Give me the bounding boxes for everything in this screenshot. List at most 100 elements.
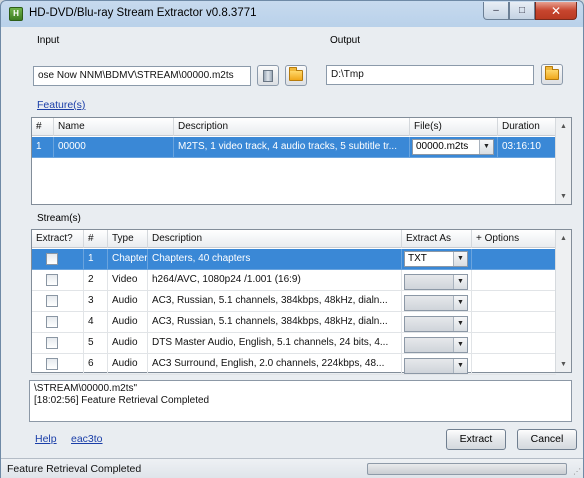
extract-checkbox[interactable]	[46, 253, 58, 265]
col-header-extract-as[interactable]: Extract As	[402, 230, 472, 248]
scroll-up-icon[interactable]: ▲	[556, 230, 571, 246]
features-header: # Name Description File(s) Duration	[32, 118, 556, 136]
stream-row[interactable]: 4 Audio AC3, Russian, 5.1 channels, 384kbp…	[32, 312, 556, 333]
extract-as-select[interactable]: ▼	[404, 358, 468, 374]
extract-cell	[32, 333, 84, 354]
stream-description: AC3 Surround, English, 2.0 channels, 224…	[148, 354, 402, 375]
extract-as-select[interactable]: ▼	[404, 295, 468, 311]
extract-button[interactable]: Extract	[446, 429, 506, 450]
scroll-down-icon[interactable]: ▼	[556, 356, 571, 372]
folder-icon	[289, 67, 303, 81]
col-header-type[interactable]: Type	[108, 230, 148, 248]
help-link[interactable]: Help	[35, 433, 57, 445]
output-path-field[interactable]: D:\Tmp	[326, 65, 534, 85]
features-scrollbar[interactable]: ▲ ▼	[555, 118, 571, 204]
log-line: [18:02:56] Feature Retrieval Completed	[34, 395, 210, 406]
extract-as-select[interactable]: TXT ▼	[404, 251, 468, 267]
extract-checkbox[interactable]	[46, 316, 58, 328]
col-header-options[interactable]: + Options	[472, 230, 556, 248]
streams-label: Stream(s)	[37, 213, 81, 224]
extract-as-select[interactable]: ▼	[404, 316, 468, 332]
stream-description: h264/AVC, 1080p24 /1.001 (16:9)	[148, 270, 402, 291]
scroll-down-icon[interactable]: ▼	[556, 188, 571, 204]
feature-file-select[interactable]: 00000.m2ts ▼	[412, 139, 494, 155]
close-button[interactable]: ✕	[535, 2, 577, 20]
col-header-files[interactable]: File(s)	[410, 118, 498, 136]
drive-icon	[263, 69, 273, 82]
col-header-num[interactable]: #	[32, 118, 54, 136]
stream-type: Audio	[108, 291, 148, 312]
dropdown-arrow-icon: ▼	[453, 359, 467, 373]
extract-as-cell: ▼	[402, 312, 472, 333]
col-header-description[interactable]: Description	[174, 118, 410, 136]
dropdown-arrow-icon: ▼	[453, 252, 467, 266]
title-bar[interactable]: H HD-DVD/Blu-ray Stream Extractor v0.8.3…	[1, 1, 583, 27]
options-cell[interactable]	[472, 291, 556, 312]
stream-row[interactable]: 5 Audio DTS Master Audio, English, 5.1 cha…	[32, 333, 556, 354]
streams-scrollbar[interactable]: ▲ ▼	[555, 230, 571, 372]
extract-cell	[32, 270, 84, 291]
extract-cell	[32, 354, 84, 375]
cancel-button[interactable]: Cancel	[517, 429, 577, 450]
stream-row[interactable]: 6 Audio AC3 Surround, English, 2.0 channel…	[32, 354, 556, 375]
col-header-stream-num[interactable]: #	[84, 230, 108, 248]
stream-num: 4	[84, 312, 108, 333]
extract-checkbox[interactable]	[46, 295, 58, 307]
stream-num: 1	[84, 249, 108, 270]
extract-checkbox[interactable]	[46, 274, 58, 286]
options-cell[interactable]	[472, 249, 556, 270]
options-cell[interactable]	[472, 270, 556, 291]
col-header-extract[interactable]: Extract?	[32, 230, 84, 248]
feature-name: 00000	[54, 137, 174, 158]
stream-description: DTS Master Audio, English, 5.1 channels,…	[148, 333, 402, 354]
minimize-button[interactable]: –	[483, 2, 509, 20]
extract-as-select[interactable]: ▼	[404, 274, 468, 290]
stream-row[interactable]: 2 Video h264/AVC, 1080p24 /1.001 (16:9) ▼	[32, 270, 556, 291]
extract-cell	[32, 312, 84, 333]
dropdown-arrow-icon: ▼	[453, 296, 467, 310]
options-cell[interactable]	[472, 333, 556, 354]
feature-num: 1	[32, 137, 54, 158]
options-cell[interactable]	[472, 312, 556, 333]
options-cell[interactable]	[472, 354, 556, 375]
log-line: \STREAM\00000.m2ts"	[34, 383, 138, 394]
dropdown-arrow-icon: ▼	[453, 275, 467, 289]
input-browse-button[interactable]	[285, 65, 307, 86]
stream-row[interactable]: 3 Audio AC3, Russian, 5.1 channels, 384kbp…	[32, 291, 556, 312]
size-grip-icon[interactable]: ⋰	[573, 467, 581, 476]
maximize-button[interactable]: □	[509, 2, 535, 20]
extract-as-value: TXT	[408, 253, 427, 264]
col-header-stream-description[interactable]: Description	[148, 230, 402, 248]
dropdown-arrow-icon: ▼	[453, 317, 467, 331]
scroll-up-icon[interactable]: ▲	[556, 118, 571, 134]
streams-grid: Extract? # Type Description Extract As +…	[31, 229, 572, 375]
stream-description: Chapters, 40 chapters	[148, 249, 402, 270]
stream-type: Chapter	[108, 249, 148, 270]
main-window: H HD-DVD/Blu-ray Stream Extractor v0.8.3…	[0, 0, 584, 478]
dropdown-arrow-icon: ▼	[453, 338, 467, 352]
status-bar: Feature Retrieval Completed ⋰	[1, 458, 583, 478]
feature-row[interactable]: 1 00000 M2TS, 1 video track, 4 audio tra…	[32, 137, 556, 158]
col-header-name[interactable]: Name	[54, 118, 174, 136]
extract-as-cell: ▼	[402, 333, 472, 354]
stream-row[interactable]: 1 Chapter Chapters, 40 chapters TXT ▼	[32, 249, 556, 270]
extract-cell	[32, 291, 84, 312]
extract-as-select[interactable]: ▼	[404, 337, 468, 353]
log-output[interactable]: \STREAM\00000.m2ts" [18:02:56] Feature R…	[29, 380, 572, 422]
feature-duration: 03:16:10	[498, 137, 556, 158]
output-browse-button[interactable]	[541, 64, 563, 85]
extract-checkbox[interactable]	[46, 337, 58, 349]
dropdown-arrow-icon: ▼	[479, 140, 493, 154]
input-path-field[interactable]: ose Now NNM\BDMV\STREAM\00000.m2ts	[33, 66, 251, 86]
feature-description: M2TS, 1 video track, 4 audio tracks, 5 s…	[174, 137, 410, 158]
col-header-duration[interactable]: Duration	[498, 118, 556, 136]
features-link[interactable]: Feature(s)	[37, 99, 85, 111]
extract-cell	[32, 249, 84, 270]
input-label: Input	[37, 35, 60, 46]
input-drive-button[interactable]	[257, 65, 279, 86]
eac3to-link[interactable]: eac3to	[71, 433, 103, 445]
extract-checkbox[interactable]	[46, 358, 58, 370]
stream-type: Audio	[108, 354, 148, 375]
feature-file-cell: 00000.m2ts ▼	[410, 137, 498, 158]
stream-num: 3	[84, 291, 108, 312]
